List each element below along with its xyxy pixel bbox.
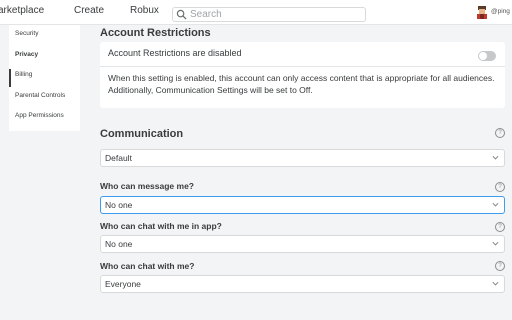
- sidebar-active-indicator: [9, 69, 11, 87]
- account-restrictions-status: Account Restrictions are disabled: [108, 48, 242, 58]
- chat-in-app-label: Who can chat with me in app?: [100, 221, 222, 231]
- chat-with-me-help-icon[interactable]: ?: [495, 261, 505, 271]
- sidebar-item-security[interactable]: Security: [15, 30, 38, 37]
- account-restrictions-description: When this setting is enabled, this accou…: [108, 73, 495, 95]
- chevron-down-icon: [492, 281, 499, 286]
- nav-create-link[interactable]: Create: [74, 5, 104, 16]
- message-me-select[interactable]: No one: [100, 196, 505, 214]
- message-me-label: Who can message me?: [100, 181, 195, 191]
- search-placeholder: Search: [190, 9, 222, 20]
- sidebar-item-parental-controls[interactable]: Parental Controls: [15, 92, 65, 99]
- message-me-help-icon[interactable]: ?: [495, 182, 505, 192]
- search-icon: [176, 9, 187, 20]
- communication-preset-select[interactable]: Default: [100, 149, 505, 167]
- account-restrictions-toggle[interactable]: [478, 51, 496, 61]
- sidebar-item-billing[interactable]: Billing: [15, 71, 32, 78]
- chevron-down-icon: [492, 202, 499, 207]
- toggle-knob: [479, 52, 487, 60]
- sidebar-item-app-permissions[interactable]: App Permissions: [15, 112, 64, 119]
- account-restrictions-card: Account Restrictions are disabled When t…: [100, 42, 505, 108]
- communication-help-icon[interactable]: ?: [495, 128, 505, 138]
- chat-with-me-label: Who can chat with me?: [100, 261, 195, 271]
- chevron-down-icon: [492, 241, 499, 246]
- top-nav: arketplace Create Robux Search @ping: [0, 0, 512, 25]
- message-me-value: No one: [105, 200, 133, 210]
- username-label[interactable]: @ping: [491, 8, 510, 15]
- sidebar-item-privacy[interactable]: Privacy: [15, 51, 38, 58]
- avatar[interactable]: [476, 6, 488, 19]
- search-input[interactable]: Search: [172, 7, 366, 22]
- chat-with-me-select[interactable]: Everyone: [100, 275, 505, 293]
- card-divider: [100, 66, 505, 67]
- chevron-down-icon: [492, 155, 499, 160]
- chat-in-app-value: No one: [105, 239, 133, 249]
- chat-in-app-select[interactable]: No one: [100, 235, 505, 253]
- communication-preset-value: Default: [105, 153, 132, 163]
- settings-sidebar: Security Privacy Billing Parental Contro…: [9, 25, 80, 131]
- nav-robux-link[interactable]: Robux: [130, 5, 159, 16]
- chat-in-app-help-icon[interactable]: ?: [495, 222, 505, 232]
- nav-marketplace-link[interactable]: arketplace: [0, 5, 44, 16]
- account-restrictions-title: Account Restrictions: [100, 27, 211, 39]
- communication-title: Communication: [100, 128, 184, 140]
- chat-with-me-value: Everyone: [105, 279, 141, 289]
